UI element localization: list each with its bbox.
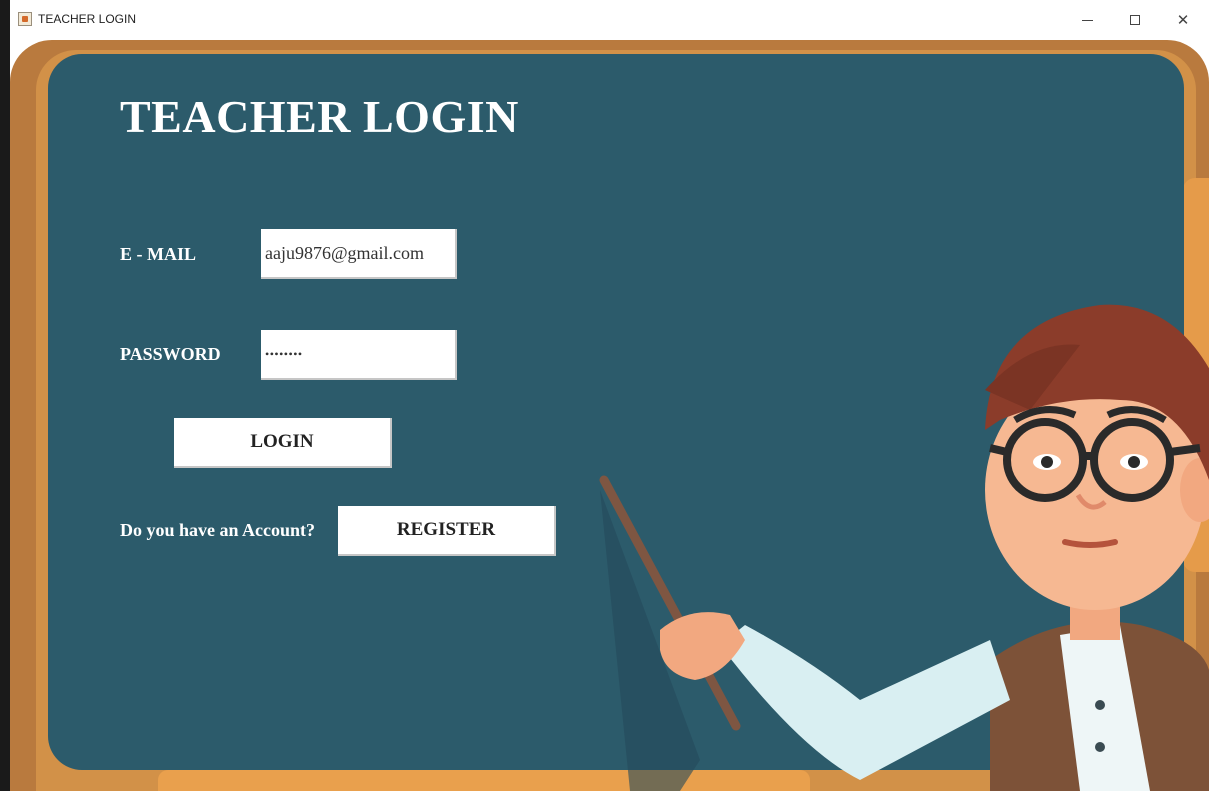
maximize-button[interactable] bbox=[1112, 4, 1158, 36]
minimize-button[interactable] bbox=[1064, 4, 1110, 36]
java-cup-icon bbox=[18, 12, 32, 26]
email-field[interactable] bbox=[261, 229, 457, 279]
shirt-button bbox=[1095, 742, 1105, 752]
login-button[interactable]: LOGIN bbox=[174, 418, 392, 468]
minimize-icon bbox=[1081, 19, 1093, 21]
email-label: E - MAIL bbox=[120, 244, 196, 264]
teacher-illustration bbox=[599, 304, 1209, 791]
password-label: PASSWORD bbox=[120, 344, 221, 364]
password-field[interactable] bbox=[261, 330, 457, 380]
window-border bbox=[0, 0, 10, 791]
window-titlebar: TEACHER LOGIN ✕ bbox=[0, 0, 1209, 40]
shirt-button bbox=[1095, 700, 1105, 710]
register-button[interactable]: REGISTER bbox=[338, 506, 556, 556]
mouth bbox=[1062, 539, 1118, 548]
page-title: TEACHER LOGIN bbox=[120, 91, 519, 142]
close-icon: ✕ bbox=[1176, 11, 1190, 29]
pupil bbox=[1128, 456, 1140, 468]
account-prompt: Do you have an Account? bbox=[120, 520, 316, 540]
maximize-icon bbox=[1130, 15, 1140, 25]
pupil bbox=[1041, 456, 1053, 468]
shirt-sleeve bbox=[720, 625, 1010, 780]
window-title: TEACHER LOGIN bbox=[38, 12, 137, 26]
teacher-hand bbox=[660, 612, 745, 680]
close-button[interactable]: ✕ bbox=[1160, 4, 1206, 36]
